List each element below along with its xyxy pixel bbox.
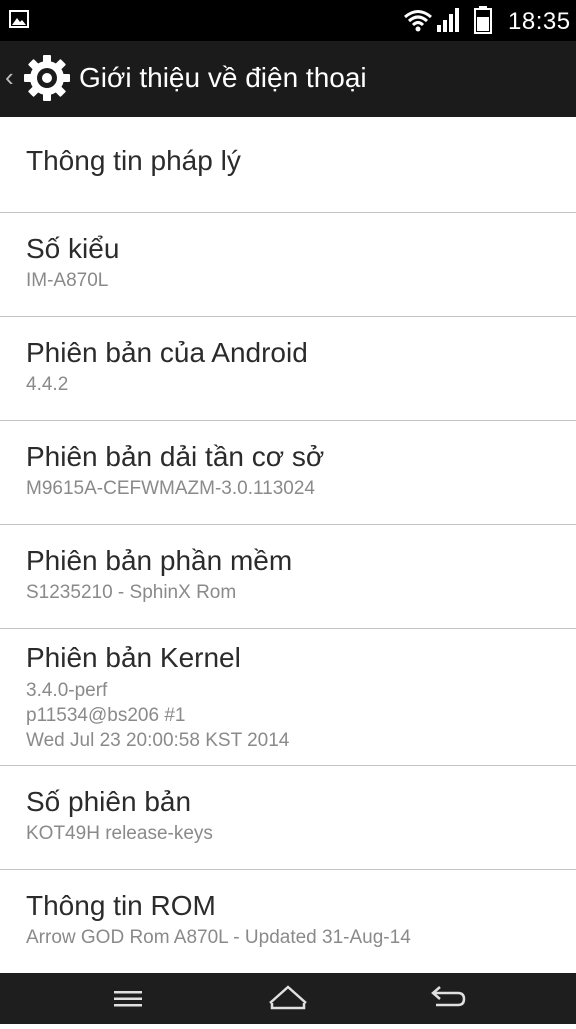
back-button[interactable] (406, 973, 486, 1024)
menu-button[interactable] (88, 973, 168, 1024)
page-title: Giới thiệu về điện thoại (79, 62, 367, 93)
item-value-line-1: 3.4.0-perf (26, 680, 108, 701)
item-value: S1235210 - SphinX Rom (26, 582, 237, 603)
list-item-android-version[interactable]: Phiên bản của Android 4.4.2 (0, 317, 576, 421)
settings-list: Thông tin pháp lý Số kiểu IM-A870L Phiên… (0, 117, 576, 973)
list-item-model-number[interactable]: Số kiểu IM-A870L (0, 213, 576, 317)
item-value: M9615A-CEFWMAZM-3.0.113024 (26, 478, 315, 499)
list-item-legal-info[interactable]: Thông tin pháp lý (0, 117, 576, 213)
list-item-baseband-version[interactable]: Phiên bản dải tần cơ sở M9615A-CEFWMAZM-… (0, 421, 576, 525)
item-label: Thông tin ROM (26, 890, 216, 921)
home-icon (269, 985, 307, 1010)
item-label: Số kiểu (26, 233, 120, 264)
signal-icon (437, 8, 459, 32)
action-bar: ‹ Giới thiệu về điện thoại (0, 41, 576, 117)
back-icon (431, 986, 466, 1007)
item-label: Thông tin pháp lý (26, 145, 241, 176)
home-button[interactable] (248, 973, 328, 1024)
menu-icon (114, 991, 142, 1007)
item-label: Phiên bản của Android (26, 337, 308, 368)
list-item-kernel-version[interactable]: Phiên bản Kernel 3.4.0-perf p11534@bs206… (0, 629, 576, 766)
list-item-software-version[interactable]: Phiên bản phần mềm S1235210 - SphinX Rom (0, 525, 576, 629)
clock: 18:35 (508, 8, 571, 35)
item-value-line-3: Wed Jul 23 20:00:58 KST 2014 (26, 730, 290, 751)
gallery-icon (9, 10, 29, 28)
item-label: Số phiên bản (26, 786, 192, 817)
item-label: Phiên bản dải tần cơ sở (26, 441, 325, 472)
item-value: 4.4.2 (26, 374, 69, 395)
chevron-left-icon: ‹ (5, 62, 14, 92)
gear-icon (24, 55, 70, 101)
item-value: IM-A870L (26, 270, 109, 291)
battery-icon (474, 6, 492, 34)
status-bar: 18:35 (0, 0, 576, 41)
item-value: KOT49H release-keys (26, 823, 213, 844)
list-item-rom-info[interactable]: Thông tin ROM Arrow GOD Rom A870L - Upda… (0, 870, 576, 973)
up-button[interactable]: ‹ (0, 41, 76, 117)
item-label: Phiên bản phần mềm (26, 545, 293, 576)
list-item-build-number[interactable]: Số phiên bản KOT49H release-keys (0, 766, 576, 870)
item-value-line-2: p11534@bs206 #1 (26, 705, 186, 726)
wifi-icon (404, 10, 432, 32)
item-label: Phiên bản Kernel (26, 642, 241, 673)
navigation-bar (0, 973, 576, 1024)
item-value: Arrow GOD Rom A870L - Updated 31-Aug-14 (26, 927, 411, 948)
